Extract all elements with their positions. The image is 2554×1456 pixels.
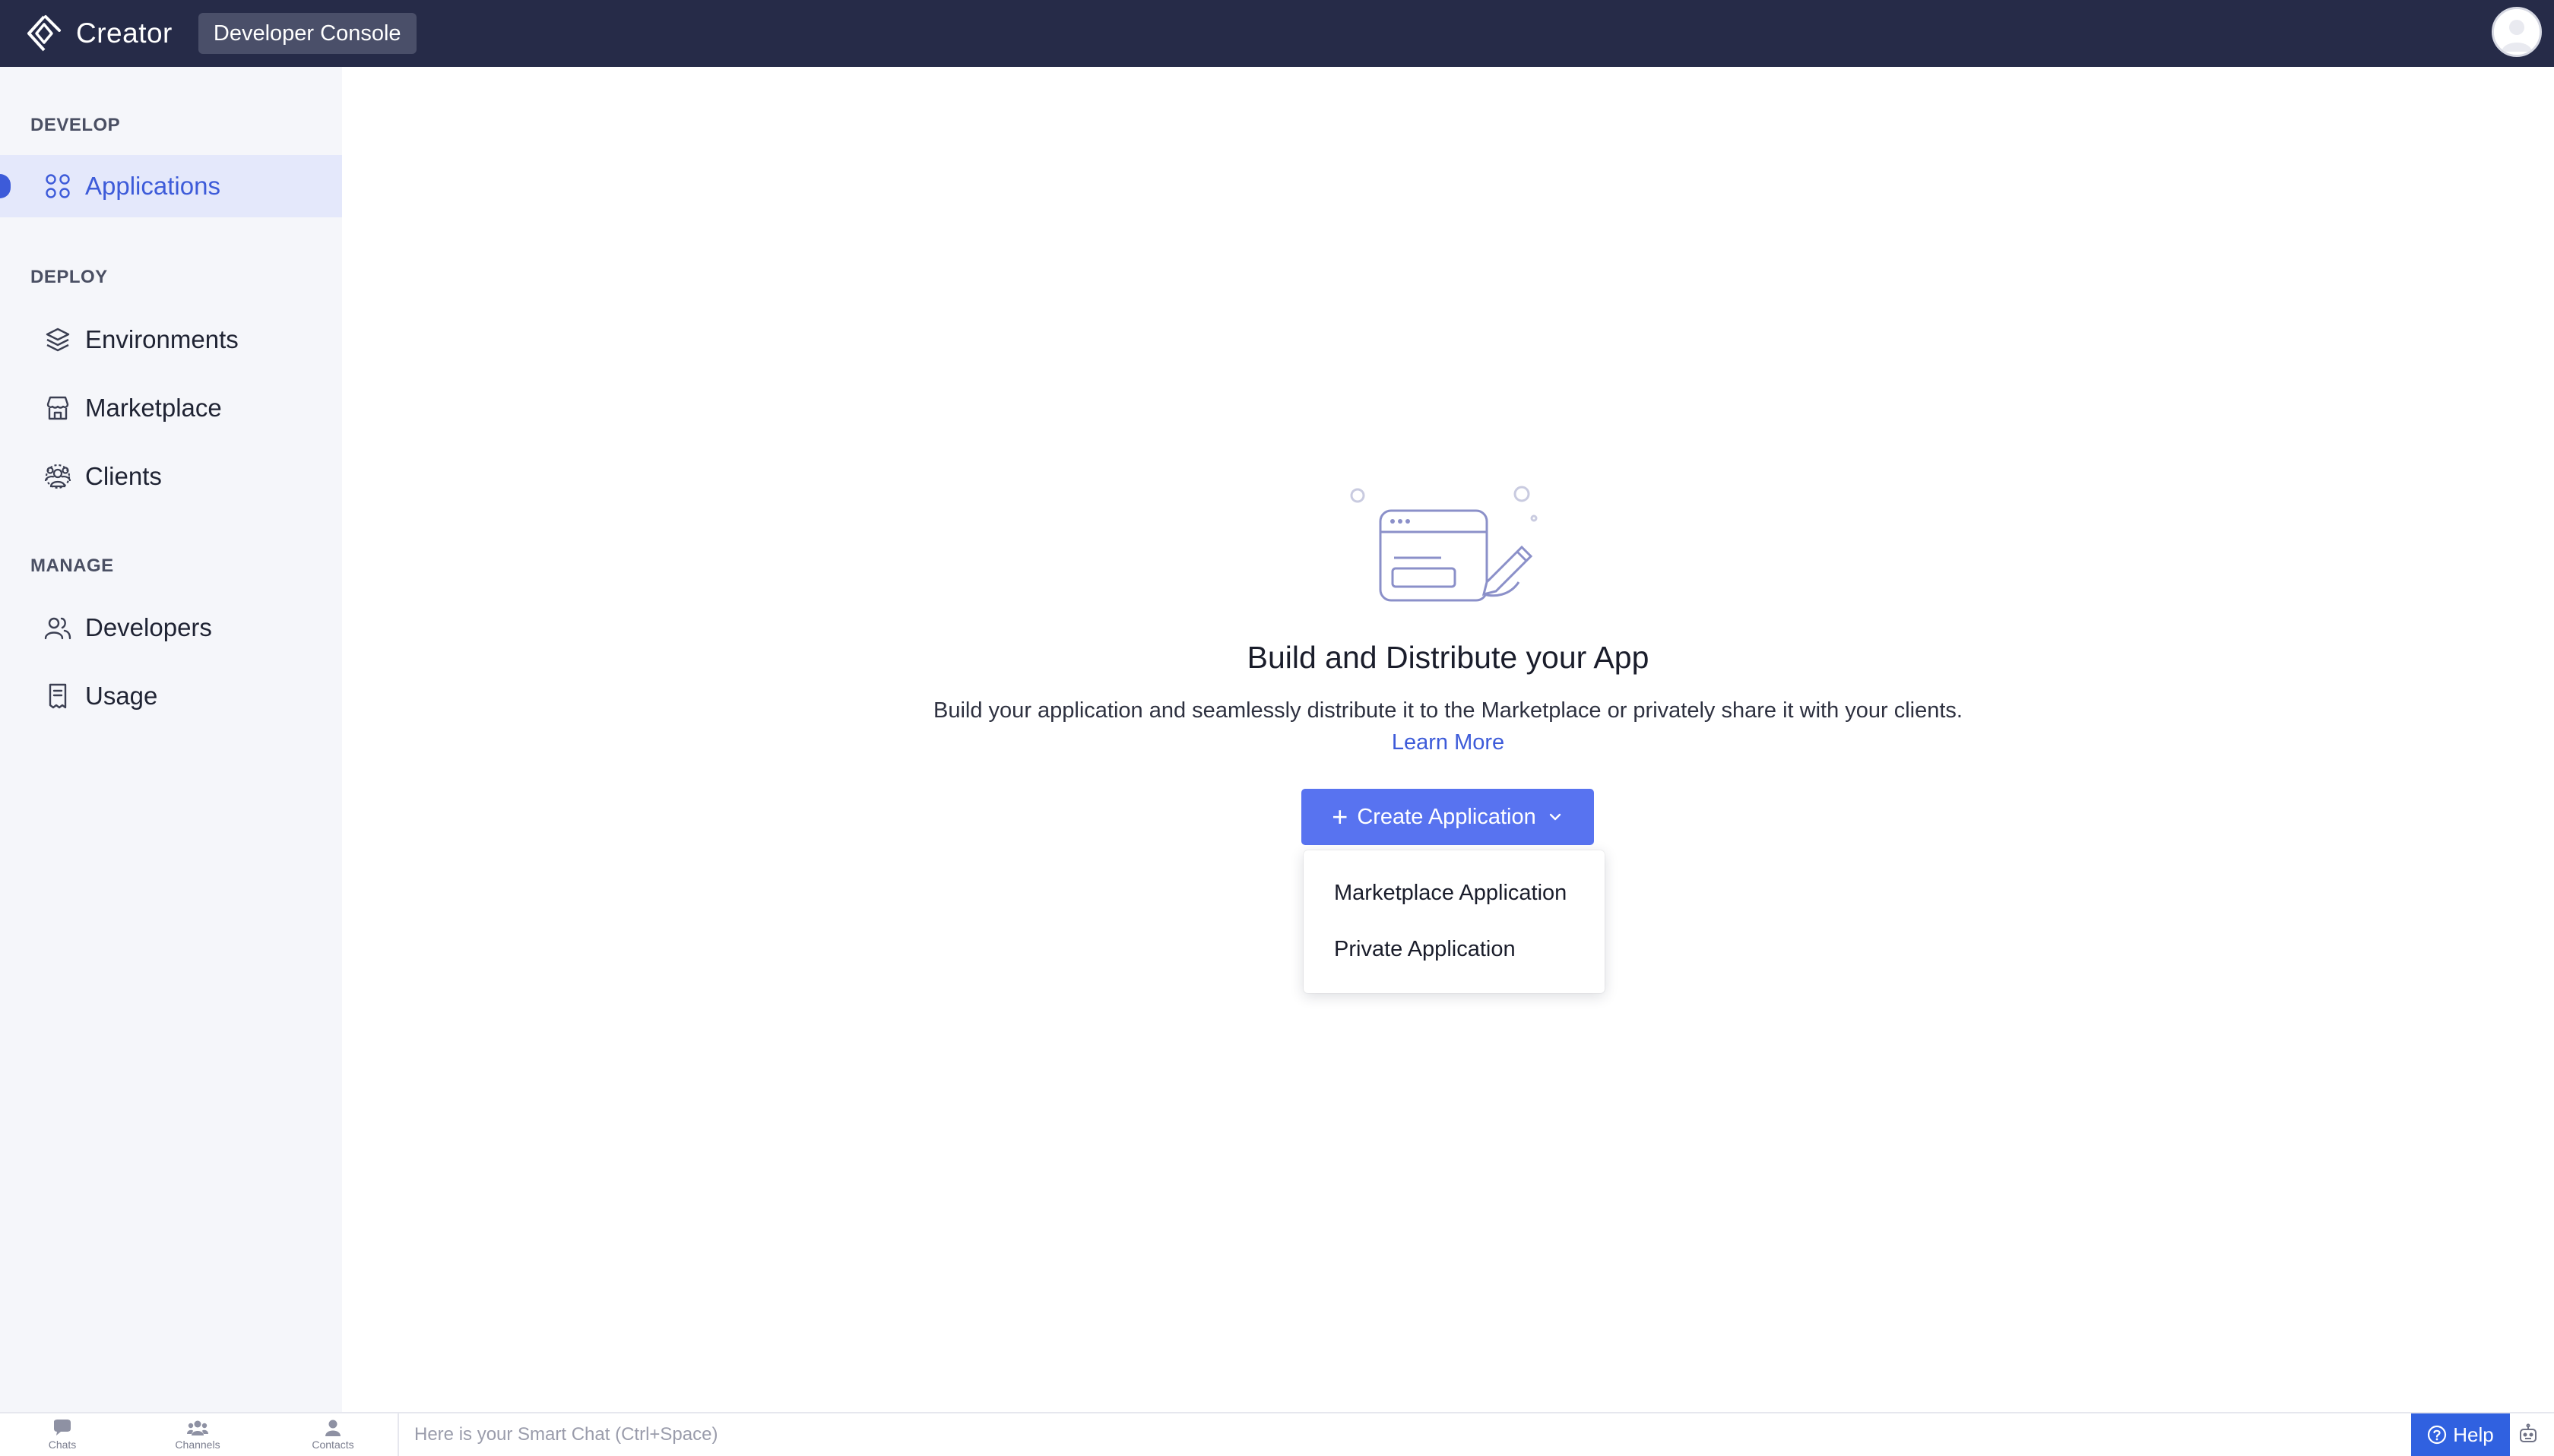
option-private-application[interactable]: Private Application xyxy=(1334,937,1516,962)
sidebar-item-label: Usage xyxy=(85,682,158,710)
brand[interactable]: Creator xyxy=(23,12,173,55)
tab-chats[interactable]: Chats xyxy=(17,1413,108,1456)
page-description: Build your application and seamlessly di… xyxy=(920,695,1976,758)
sidebar-item-usage[interactable]: Usage xyxy=(0,665,342,727)
smart-chat-input[interactable] xyxy=(398,1413,2410,1456)
bot-button[interactable] xyxy=(2513,1421,2543,1448)
contact-icon xyxy=(325,1420,341,1436)
create-application-button[interactable]: + Create Application xyxy=(1301,789,1594,845)
section-title-manage: MANAGE xyxy=(30,555,114,576)
store-icon xyxy=(43,393,73,423)
sidebar-item-environments[interactable]: Environments xyxy=(0,309,342,371)
page-title: Build and Distribute your App xyxy=(1247,640,1649,675)
sidebar-item-label: Applications xyxy=(85,172,220,200)
creator-logo-icon xyxy=(27,15,61,52)
help-label: Help xyxy=(2453,1423,2494,1446)
description-text: Build your application and seamlessly di… xyxy=(933,698,1963,723)
sidebar-item-label: Clients xyxy=(85,462,162,490)
user-avatar-icon xyxy=(2494,9,2540,55)
bottom-bar: Chats Channels Contacts Help xyxy=(0,1412,2554,1456)
question-circle-icon xyxy=(2428,1425,2447,1445)
brand-name: Creator xyxy=(76,17,173,49)
grid-icon xyxy=(43,171,73,201)
bot-icon xyxy=(2520,1423,2537,1442)
tab-contacts[interactable]: Contacts xyxy=(287,1413,379,1456)
active-indicator xyxy=(0,174,11,198)
sidebar-item-label: Environments xyxy=(85,325,239,353)
option-marketplace-application[interactable]: Marketplace Application xyxy=(1334,881,1567,906)
sidebar-item-clients[interactable]: Clients xyxy=(0,445,342,508)
sidebar-item-label: Marketplace xyxy=(85,394,222,422)
receipt-icon xyxy=(43,681,73,711)
plus-icon: + xyxy=(1332,801,1348,832)
section-title-develop: DEVELOP xyxy=(30,115,121,135)
top-header: Creator Developer Console xyxy=(0,0,2554,67)
clients-icon xyxy=(43,461,73,492)
channels-icon xyxy=(187,1420,208,1435)
sidebar-item-applications[interactable]: Applications xyxy=(0,155,342,217)
tab-label: Chats xyxy=(48,1439,77,1451)
tab-label: Channels xyxy=(175,1439,220,1451)
browser-pencil-illustration xyxy=(1350,486,1538,602)
user-avatar[interactable] xyxy=(2492,7,2542,57)
chevron-down-icon xyxy=(1547,809,1564,825)
sidebar-item-marketplace[interactable]: Marketplace xyxy=(0,377,342,439)
users-icon xyxy=(43,612,73,643)
section-title-deploy: DEPLOY xyxy=(30,267,108,287)
tab-label: Contacts xyxy=(312,1439,354,1451)
sidebar: DEVELOP Applications DEPLOY Environments… xyxy=(0,67,342,1412)
layers-icon xyxy=(43,324,73,355)
create-application-dropdown: Marketplace Application Private Applicat… xyxy=(1304,850,1605,993)
help-button[interactable]: Help xyxy=(2411,1413,2510,1456)
learn-more-link[interactable]: Learn More xyxy=(1392,730,1504,755)
sidebar-item-label: Developers xyxy=(85,613,212,641)
sidebar-item-developers[interactable]: Developers xyxy=(0,597,342,659)
developer-console-chip[interactable]: Developer Console xyxy=(198,13,417,54)
chat-icon xyxy=(54,1420,71,1435)
tab-channels[interactable]: Channels xyxy=(152,1413,243,1456)
create-application-label: Create Application xyxy=(1357,804,1536,829)
